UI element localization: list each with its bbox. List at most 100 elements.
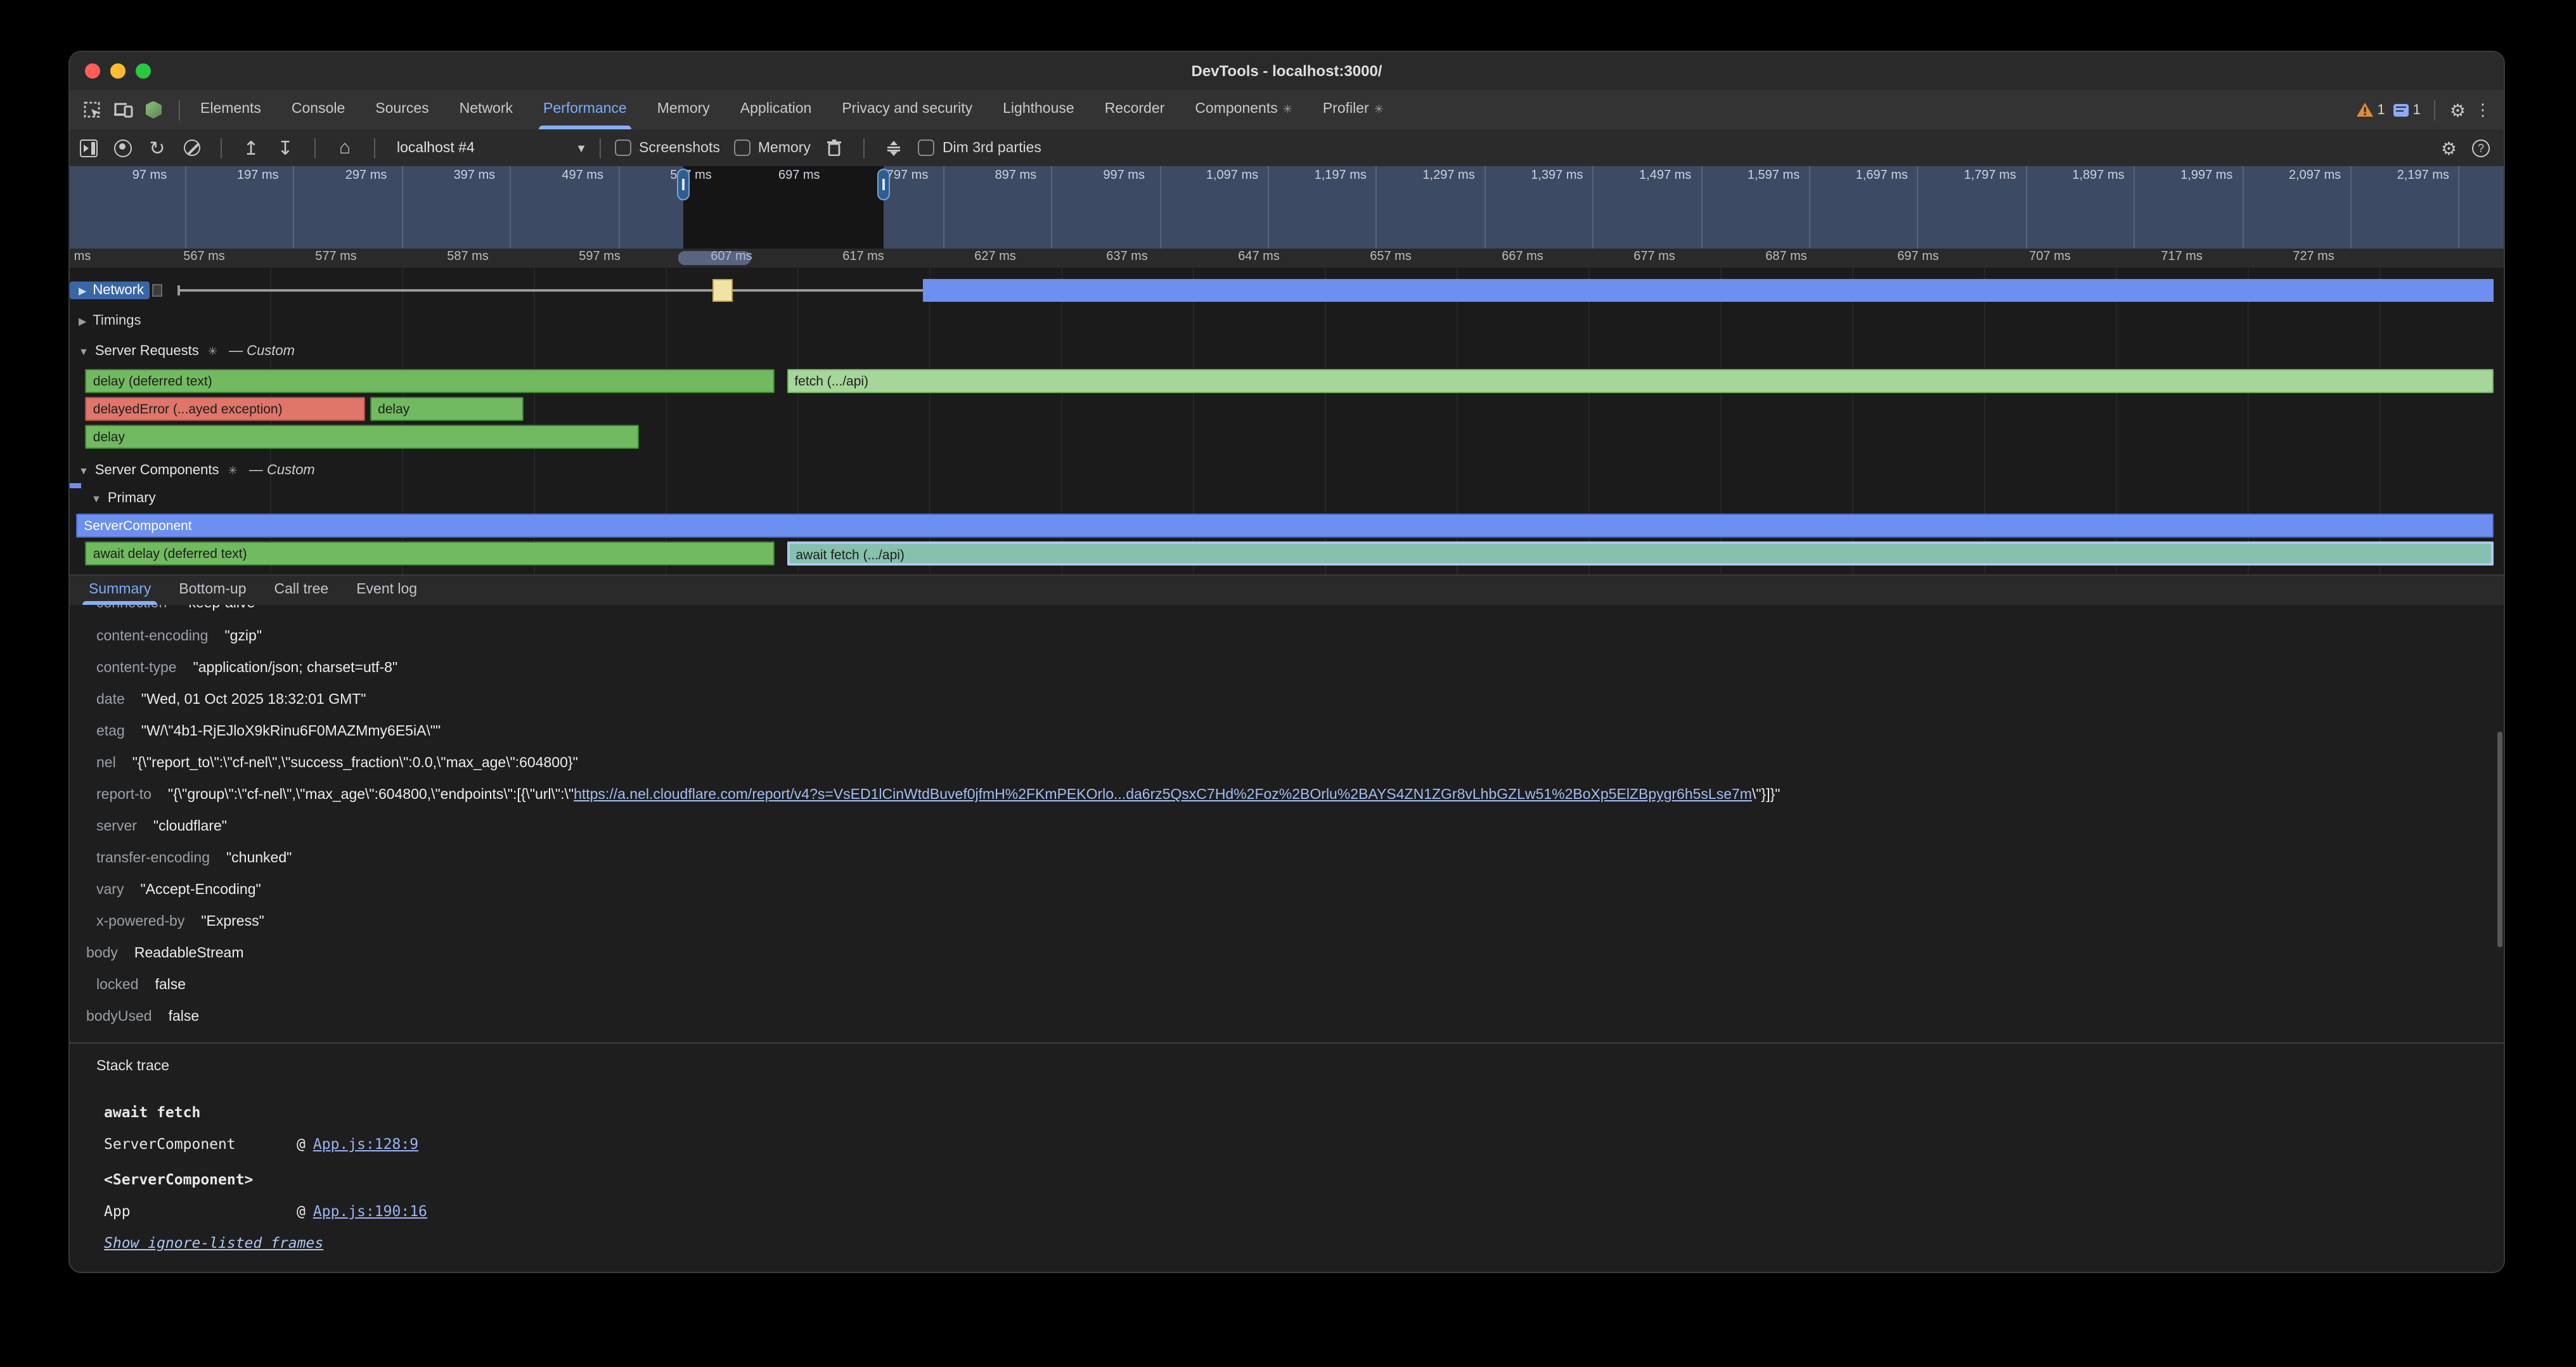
separator (374, 138, 375, 158)
collapse-triangle-icon[interactable]: ▼ (79, 346, 89, 357)
kebab-menu-icon[interactable]: ⋮ (2475, 101, 2491, 119)
clear-icon[interactable] (181, 138, 202, 158)
flame-chart[interactable]: ▶ Network ▶ Timings ▼ Server Requests ✳ … (70, 268, 2504, 574)
device-toolbar-icon[interactable] (113, 100, 133, 120)
inspect-element-icon[interactable] (82, 100, 103, 120)
source-location-link[interactable]: App.js:190:16 (313, 1202, 427, 1220)
expand-triangle-icon[interactable]: ▶ (79, 285, 86, 296)
property-key: content-encoding (96, 629, 208, 644)
overview-tick: 1,597 ms (1723, 169, 1824, 183)
frame-at: @ (297, 1202, 306, 1220)
load-profile-icon[interactable]: ↥ (241, 138, 261, 158)
tab-sources[interactable]: Sources (360, 90, 444, 129)
timeline-overview[interactable]: 97 ms197 ms297 ms397 ms497 ms597 ms697 m… (70, 166, 2504, 249)
tab-privacy-and-security[interactable]: Privacy and security (827, 90, 988, 129)
property-row-bodyUsed: bodyUsedfalse (70, 1007, 2504, 1028)
window-title: DevTools - localhost:3000/ (70, 52, 2504, 90)
tab-network[interactable]: Network (444, 90, 528, 129)
issues-badge[interactable]: 1 (2394, 102, 2421, 117)
overview-tick: 597 ms (640, 169, 742, 183)
collapse-recording-icon[interactable] (884, 138, 905, 158)
summary-pane[interactable]: connection"keep-alive"content-encoding"g… (70, 605, 2504, 1272)
flame-bar-delay[interactable]: delay (86, 425, 640, 449)
ruler-tick: 707 ms (2029, 250, 2071, 264)
overview-tick: 97 ms (99, 169, 200, 183)
selection-left-handle[interactable] (677, 169, 690, 200)
property-value: false (155, 978, 186, 993)
tab-lighthouse[interactable]: Lighthouse (988, 90, 1090, 129)
overview-tick: 1,497 ms (1614, 169, 1716, 183)
overview-tick: 1,397 ms (1506, 169, 1607, 183)
help-icon[interactable]: ? (2471, 138, 2491, 158)
tab-performance[interactable]: Performance (528, 90, 642, 129)
network-request-long[interactable] (923, 279, 2494, 302)
tab-application[interactable]: Application (725, 90, 827, 129)
tab-memory[interactable]: Memory (642, 90, 725, 129)
server-components-header[interactable]: ▼ Server Components ✳ — Custom (70, 458, 2504, 483)
settings-gear-icon[interactable]: ⚙ (2450, 101, 2466, 119)
tab-recorder[interactable]: Recorder (1090, 90, 1180, 129)
show-ignore-listed-frames-link[interactable]: Show ignore-listed frames (104, 1234, 323, 1252)
tab-console[interactable]: Console (276, 90, 360, 129)
save-profile-icon[interactable]: ↧ (275, 138, 295, 158)
flame-bar-await-fetch-api--selected[interactable]: await fetch (.../api) (787, 541, 2494, 566)
server-requests-header[interactable]: ▼ Server Requests ✳ — Custom (70, 339, 2504, 364)
history-select[interactable]: localhost #4 ▼ (389, 140, 595, 155)
warning-badge[interactable]: 1 (2357, 102, 2385, 117)
tab-elements[interactable]: Elements (185, 90, 276, 129)
property-value: "{\"report_to\":\"cf-nel\",\"success_fra… (132, 756, 578, 771)
collapse-triangle-icon[interactable]: ▼ (91, 493, 101, 504)
flame-bar-await-delay-deferred-text-[interactable]: await delay (deferred text) (86, 541, 775, 566)
tab-call-tree[interactable]: Call tree (261, 576, 343, 605)
flame-bar-delay[interactable]: delay (370, 397, 523, 421)
flame-bar-delayederror-ayed-exception-[interactable]: delayedError (...ayed exception) (86, 397, 365, 421)
extension-atom-icon: ✳ (1374, 103, 1384, 115)
property-value: "gzip" (224, 629, 262, 644)
tab-summary[interactable]: Summary (75, 576, 165, 605)
stack-trace-title: Stack trace (96, 1059, 169, 1074)
details-tab-bar: SummaryBottom-upCall treeEvent log (70, 574, 2504, 606)
source-location-link[interactable]: App.js:128:9 (313, 1135, 418, 1153)
memory-checkbox[interactable]: Memory (734, 139, 811, 156)
overview-tick: 297 ms (316, 169, 417, 183)
nodejs-icon[interactable] (143, 100, 164, 120)
property-value: \"}]}" (1752, 787, 1781, 803)
record-icon[interactable] (113, 138, 133, 158)
flame-bar-fetch-api-[interactable]: fetch (.../api) (787, 369, 2494, 393)
dim-3rd-parties-checkbox[interactable]: Dim 3rd parties (918, 139, 1041, 156)
tab-profiler[interactable]: Profiler✳ (1308, 90, 1399, 129)
property-key: locked (96, 978, 139, 993)
tab-event-log[interactable]: Event log (342, 576, 431, 605)
collapse-triangle-icon[interactable]: ▼ (79, 465, 89, 476)
toggle-sidebar-icon[interactable] (79, 138, 99, 158)
expand-triangle-icon[interactable]: ▶ (79, 315, 86, 327)
reload-record-icon[interactable]: ↻ (147, 138, 167, 158)
report-to-url-link[interactable]: https://a.nel.cloudflare.com/report/v4?s… (574, 787, 1752, 803)
frame-at: @ (297, 1135, 306, 1153)
selection-right-handle[interactable] (877, 169, 890, 200)
garbage-collect-icon[interactable] (825, 138, 845, 158)
devtools-window: DevTools - localhost:3000/ ElementsConso… (68, 51, 2505, 1273)
property-row-x-powered-by: x-powered-by"Express" (70, 912, 2504, 933)
network-track-label[interactable]: ▶ Network (70, 282, 149, 299)
track-resize-handle[interactable] (151, 284, 162, 297)
primary-subtrack-header[interactable]: ▼ Primary (70, 486, 2504, 511)
flame-bar-delay-deferred-text-[interactable]: delay (deferred text) (86, 369, 775, 393)
property-key: report-to (96, 787, 151, 803)
timings-track-row[interactable]: ▶ Timings (70, 308, 2504, 334)
ruler-tick: 677 ms (1633, 250, 1675, 264)
separator (600, 138, 601, 158)
screenshots-checkbox[interactable]: Screenshots (615, 139, 720, 156)
detail-time-ruler[interactable]: ms 567 ms577 ms587 ms597 ms607 ms617 ms6… (70, 249, 2504, 269)
home-icon[interactable]: ⌂ (335, 138, 355, 158)
property-row-etag: etag"W/\"4b1-RjEJloX9kRinu6F0MAZMmy6E5iA… (70, 722, 2504, 743)
network-request-short[interactable] (712, 279, 733, 302)
capture-settings-gear-icon[interactable]: ⚙ (2441, 139, 2457, 157)
overview-tick: 1,997 ms (2156, 169, 2257, 183)
scrollbar-thumb[interactable] (2497, 732, 2502, 947)
property-key: vary (96, 883, 124, 898)
flame-bar-servercomponent[interactable]: ServerComponent (76, 514, 2494, 538)
property-row-body: bodyReadableStream (70, 943, 2504, 965)
tab-components[interactable]: Components✳ (1180, 90, 1308, 129)
tab-bottom-up[interactable]: Bottom-up (165, 576, 260, 605)
